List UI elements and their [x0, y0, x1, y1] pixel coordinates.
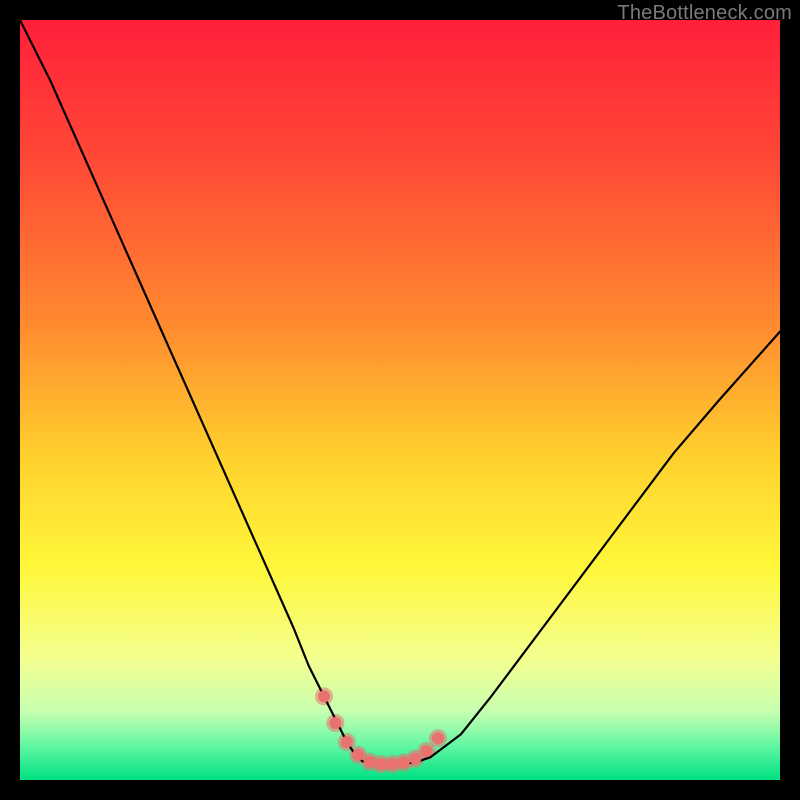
- bottleneck-chart: [20, 20, 780, 780]
- chart-frame: [20, 20, 780, 780]
- watermark-text: TheBottleneck.com: [617, 2, 792, 25]
- gradient-background: [20, 20, 780, 780]
